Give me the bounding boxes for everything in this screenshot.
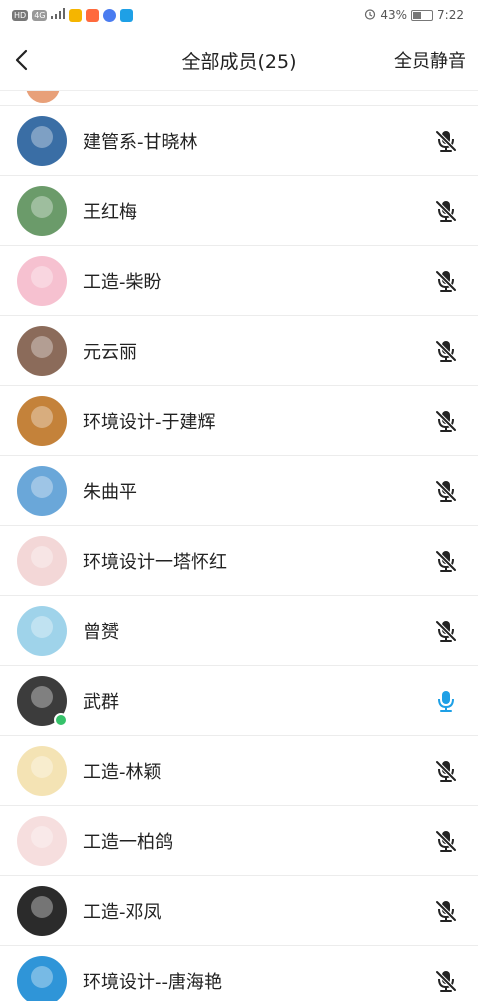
back-button[interactable] <box>14 40 44 80</box>
member-row[interactable]: 工造-林颖 <box>0 736 478 806</box>
member-row[interactable]: 王红梅 <box>0 176 478 246</box>
microphone-muted-icon[interactable] <box>430 825 462 857</box>
microphone-muted-icon[interactable] <box>430 615 462 647</box>
avatar[interactable] <box>17 395 67 446</box>
member-name: 环境设计一塔怀红 <box>83 551 227 573</box>
member-row[interactable]: 工造一柏鸽 <box>0 806 478 876</box>
avatar[interactable] <box>17 605 67 656</box>
status-right: 43% 7:22 <box>364 8 464 23</box>
status-left: HD 4G <box>12 8 134 22</box>
member-name: 工造一柏鸽 <box>83 831 173 853</box>
network-indicator: 4G <box>32 9 48 21</box>
alarm-icon <box>364 8 376 23</box>
member-name: 工造-柴盼 <box>83 271 162 293</box>
member-name: 环境设计-于建辉 <box>83 411 216 433</box>
microphone-muted-icon[interactable] <box>430 335 462 367</box>
member-name: 元云丽 <box>83 341 137 363</box>
member-row[interactable]: 环境设计一塔怀红 <box>0 526 478 596</box>
avatar[interactable] <box>17 675 68 727</box>
battery-icon <box>411 9 434 21</box>
avatar[interactable] <box>17 745 67 796</box>
member-row[interactable]: 朱曲平 <box>0 456 478 526</box>
member-name: 曾赟 <box>83 621 119 643</box>
app-notification-icon <box>103 8 117 22</box>
member-name: 武群 <box>83 691 119 713</box>
avatar[interactable] <box>17 885 67 936</box>
microphone-muted-icon[interactable] <box>430 405 462 437</box>
microphone-muted-icon[interactable] <box>430 545 462 577</box>
avatar[interactable] <box>17 115 67 166</box>
online-badge <box>54 712 68 727</box>
avatar[interactable] <box>17 255 67 306</box>
microphone-muted-icon[interactable] <box>430 125 462 157</box>
microphone-icon[interactable] <box>430 685 462 717</box>
avatar[interactable] <box>17 955 67 1001</box>
avatar[interactable] <box>17 815 67 866</box>
microphone-muted-icon[interactable] <box>430 965 462 997</box>
member-row[interactable]: 工造-柴盼 <box>0 246 478 316</box>
partial-list-item <box>0 91 478 106</box>
member-row[interactable]: 建管系-甘晓林 <box>0 106 478 176</box>
microphone-muted-icon[interactable] <box>430 195 462 227</box>
hd-indicator: HD <box>12 9 29 21</box>
member-row[interactable]: 环境设计--唐海艳 <box>0 946 478 1001</box>
app-notification-icon <box>120 8 134 22</box>
member-row[interactable]: 工造-邓凤 <box>0 876 478 946</box>
member-row[interactable]: 环境设计-于建辉 <box>0 386 478 456</box>
avatar <box>26 91 60 103</box>
app-notification-icon <box>69 8 83 22</box>
avatar[interactable] <box>17 535 67 586</box>
microphone-muted-icon[interactable] <box>430 475 462 507</box>
signal-icon <box>51 8 66 22</box>
member-name: 工造-邓凤 <box>83 901 162 923</box>
app-notification-icon <box>86 8 100 22</box>
member-name: 王红梅 <box>83 201 137 223</box>
member-list[interactable]: 建管系-甘晓林 王红梅 工造-柴盼 元云丽 环境设计-于建辉 朱曲平 环境设计一… <box>0 90 478 1001</box>
avatar[interactable] <box>17 325 67 376</box>
member-name: 朱曲平 <box>83 481 137 503</box>
microphone-muted-icon[interactable] <box>430 755 462 787</box>
battery-percent: 43% <box>380 8 408 22</box>
mute-all-button[interactable]: 全员静音 <box>394 47 466 73</box>
member-row[interactable]: 元云丽 <box>0 316 478 386</box>
microphone-muted-icon[interactable] <box>430 895 462 927</box>
member-row[interactable]: 武群 <box>0 666 478 736</box>
clock: 7:22 <box>437 8 464 22</box>
member-name: 工造-林颖 <box>83 761 162 783</box>
member-name: 环境设计--唐海艳 <box>83 971 222 993</box>
avatar[interactable] <box>17 185 67 236</box>
chevron-left-icon <box>15 49 28 71</box>
member-row[interactable]: 曾赟 <box>0 596 478 666</box>
member-name: 建管系-甘晓林 <box>83 131 198 153</box>
microphone-muted-icon[interactable] <box>430 265 462 297</box>
avatar[interactable] <box>17 465 67 516</box>
header: 全部成员(25) 全员静音 <box>0 30 478 90</box>
status-bar: HD 4G 43% 7:22 <box>0 0 478 30</box>
